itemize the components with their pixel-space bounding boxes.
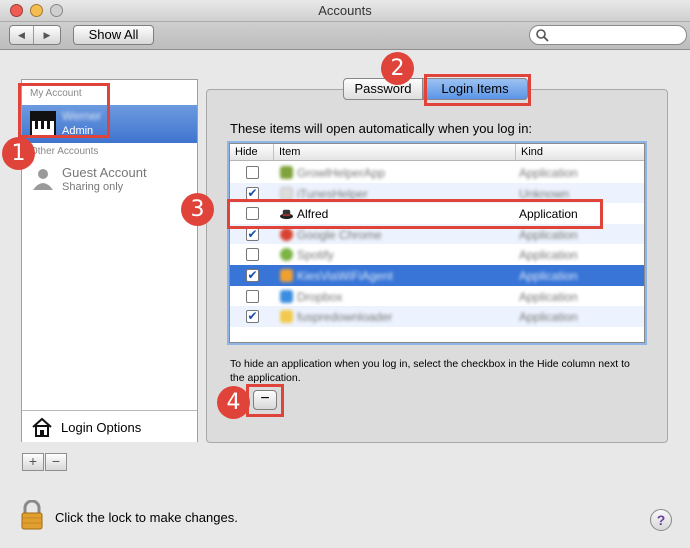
back-arrow-icon[interactable]: ◀ [10,26,34,44]
highlight-box-login-items [424,74,531,106]
item-kind: Application [519,289,578,304]
search-field[interactable] [529,25,687,45]
guest-account-role: Sharing only [62,181,124,193]
app-icon [280,269,293,282]
app-icon [280,166,293,179]
item-kind: Application [519,310,578,325]
hide-checkbox-checked[interactable]: ✔ [246,269,259,282]
callout-badge-1: 1 [2,137,35,170]
item-name: fuspredownloader [297,310,393,325]
hide-hint-text: To hide an application when you log in, … [230,358,630,384]
guest-account-row[interactable]: Guest Account Sharing only [22,162,197,200]
other-accounts-header: Other Accounts [30,146,99,157]
hide-checkbox-checked[interactable]: ✔ [246,186,259,200]
app-icon [280,186,293,200]
title-bar: Accounts [0,0,690,22]
item-name: Spotify [297,248,334,263]
login-item-row-selected[interactable]: ✔ KiesViaWiFiAgent Application [230,265,644,286]
toolbar: ◀ ▶ Show All [0,22,690,50]
highlight-box-remove-button [246,384,284,417]
item-name: GrowlHelperApp [297,166,386,180]
app-icon [280,248,293,262]
forward-arrow-icon[interactable]: ▶ [35,26,59,44]
window-title: Accounts [318,3,372,18]
zoom-window-button[interactable] [50,4,63,17]
kind-column-header[interactable]: Kind [516,144,644,160]
item-kind: Application [519,227,578,242]
guest-account-name: Guest Account [62,165,147,180]
house-icon [32,417,52,437]
hide-checkbox[interactable] [246,289,259,303]
tab-password[interactable]: Password [343,78,423,100]
add-account-button[interactable]: + [22,453,44,471]
remove-account-button[interactable]: − [45,453,67,471]
search-input[interactable] [552,27,682,43]
login-options-label: Login Options [61,420,142,435]
hide-checkbox-checked[interactable]: ✔ [246,310,259,324]
item-kind: Application [519,248,578,263]
item-kind: Application [519,166,578,180]
lock-status-text: Click the lock to make changes. [55,510,238,525]
login-item-row[interactable]: GrowlHelperApp Application [230,162,644,183]
navigation-segment: ◀ ▶ [9,25,61,45]
item-column-header[interactable]: Item [274,144,516,160]
item-kind: Application [519,269,578,283]
callout-badge-2: 2 [381,52,414,85]
callout-badge-4: 4 [217,386,250,419]
hide-checkbox[interactable] [246,248,259,262]
item-name: Google Chrome [297,227,382,242]
login-item-row[interactable]: Spotify Application [230,244,644,265]
login-items-intro: These items will open automatically when… [230,121,533,136]
login-item-row[interactable]: ✔ fuspredownloader Application [230,306,644,327]
login-item-row[interactable]: Dropbox Application [230,286,644,307]
callout-badge-3: 3 [181,193,214,226]
list-header: Hide Item Kind [230,144,644,161]
lock-icon[interactable] [20,500,44,530]
show-all-button[interactable]: Show All [73,25,154,45]
login-options-button[interactable]: Login Options [22,410,197,442]
help-button[interactable]: ? [650,509,672,531]
guest-user-icon [33,169,53,190]
close-window-button[interactable] [10,4,23,17]
hide-column-header[interactable]: Hide [230,144,274,160]
app-icon [280,289,293,303]
login-items-list[interactable]: Hide Item Kind GrowlHelperApp Applicatio… [229,143,645,343]
highlight-box-alfred-row [227,199,603,229]
app-icon [280,227,293,241]
hide-checkbox-checked[interactable]: ✔ [246,227,259,241]
hide-checkbox[interactable] [246,166,259,179]
search-icon [536,29,549,42]
highlight-box-my-account [18,83,110,138]
item-name: Dropbox [297,289,343,304]
minimize-window-button[interactable] [30,4,43,17]
app-icon [280,310,293,324]
item-name: KiesViaWiFiAgent [297,269,393,283]
